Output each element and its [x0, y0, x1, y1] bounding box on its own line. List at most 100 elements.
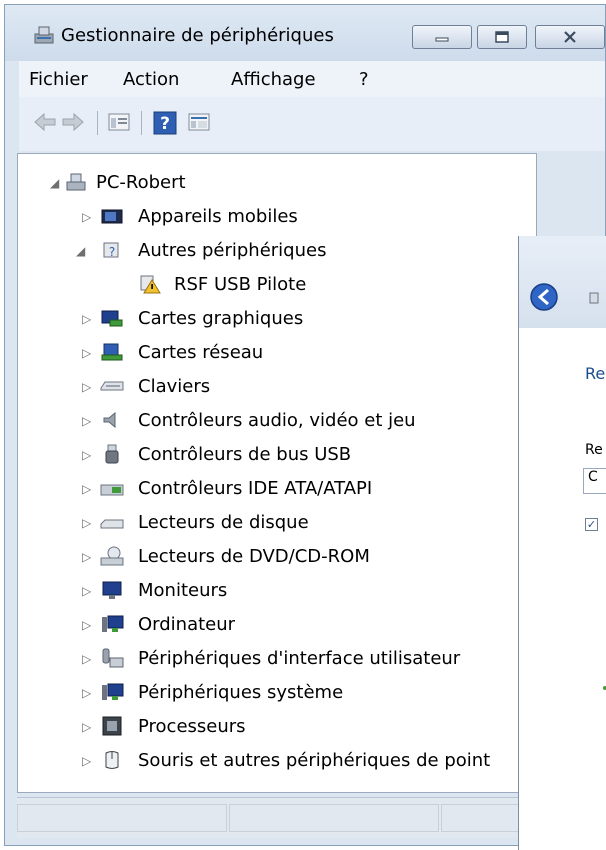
- ide-controller-icon: [100, 484, 124, 496]
- dialog-label: Re: [585, 442, 603, 458]
- mouse-icon: [105, 751, 119, 769]
- window-title: Gestionnaire de périphériques: [61, 25, 334, 46]
- tree-item[interactable]: ◢ ? Autres périphériques: [76, 236, 530, 264]
- tree-item[interactable]: ▷ Périphériques d'interface utilisateur: [80, 644, 530, 672]
- tree-item-child[interactable]: RSF USB Pilote: [118, 270, 518, 298]
- expand-triangle-icon[interactable]: ▷: [82, 380, 91, 394]
- usb-icon: [105, 444, 119, 464]
- svg-text:?: ?: [160, 114, 170, 134]
- menu-affichage[interactable]: Affichage: [231, 69, 316, 90]
- status-segment: [229, 804, 439, 832]
- svg-text:?: ?: [109, 245, 115, 259]
- network-adapter-icon: [101, 343, 123, 361]
- collapse-triangle-icon[interactable]: ◢: [76, 244, 85, 258]
- tree-item[interactable]: ▷ Claviers: [80, 372, 530, 400]
- mobile-device-icon: [101, 209, 123, 224]
- properties-icon[interactable]: [107, 111, 131, 133]
- tree-item-label: Processeurs: [138, 716, 246, 737]
- dvd-drive-icon: [100, 546, 124, 566]
- expand-triangle-icon[interactable]: ▷: [82, 448, 91, 462]
- menu-bar: Fichier Action Affichage ?: [19, 61, 605, 97]
- computer-icon: [102, 615, 124, 632]
- expand-triangle-icon[interactable]: ▷: [82, 618, 91, 632]
- expand-triangle-icon[interactable]: ▷: [82, 482, 91, 496]
- unknown-device-icon: ?: [103, 242, 119, 259]
- speaker-icon: [103, 411, 116, 429]
- toolbar-separator: [97, 111, 98, 135]
- maximize-icon: [495, 31, 509, 43]
- tree-item-label: Cartes réseau: [138, 342, 264, 363]
- tree-item-label: Claviers: [138, 376, 211, 397]
- collapse-triangle-icon[interactable]: ◢: [50, 176, 59, 190]
- tree-item-label: Moniteurs: [138, 580, 228, 601]
- tree-root-row[interactable]: ◢ PC-Robert: [50, 168, 520, 196]
- device-tree: ◢ PC-Robert ▷ Appareils mobiles ◢ ? Autr…: [17, 153, 537, 793]
- tree-item-label: Souris et autres périphériques de point: [138, 750, 491, 771]
- status-segment: [17, 804, 227, 832]
- tree-item[interactable]: ▷ Cartes graphiques: [80, 304, 530, 332]
- keyboard-icon: [100, 381, 124, 391]
- disk-drive-icon: [100, 519, 124, 529]
- expand-triangle-icon[interactable]: ▷: [82, 584, 91, 598]
- tree-item-label: Appareils mobiles: [138, 206, 298, 227]
- status-bar: [17, 797, 537, 838]
- tree-item-label: Ordinateur: [138, 614, 236, 635]
- dialog-checkbox[interactable]: ✓: [585, 518, 598, 531]
- minimize-button[interactable]: [412, 25, 472, 49]
- tree-item-label: RSF USB Pilote: [174, 274, 307, 295]
- tree-item-label: Contrôleurs IDE ATA/ATAPI: [138, 478, 373, 499]
- expand-triangle-icon[interactable]: ▷: [82, 210, 91, 224]
- back-arrow-icon[interactable]: [33, 111, 57, 133]
- forward-arrow-icon[interactable]: [61, 111, 85, 133]
- tree-item[interactable]: ▷ Contrôleurs de bus USB: [80, 440, 530, 468]
- back-arrow-icon[interactable]: [529, 282, 559, 312]
- tree-item[interactable]: ▷ Lecteurs de DVD/CD-ROM: [80, 542, 530, 570]
- tree-item[interactable]: ▷ Ordinateur: [80, 610, 530, 638]
- tree-item[interactable]: ▷ Appareils mobiles: [80, 202, 530, 230]
- expand-triangle-icon[interactable]: ▷: [82, 516, 91, 530]
- tree-item[interactable]: ▷ Lecteurs de disque: [80, 508, 530, 536]
- title-bar[interactable]: Gestionnaire de périphériques: [5, 5, 605, 61]
- expand-triangle-icon[interactable]: ▷: [82, 720, 91, 734]
- warning-device-icon: [140, 275, 161, 294]
- expand-triangle-icon[interactable]: ▷: [82, 652, 91, 666]
- tree-item-label: Autres périphériques: [138, 240, 327, 261]
- tree-item-label: Lecteurs de disque: [138, 512, 309, 533]
- device-manager-window: Gestionnaire de périphériques Fichier Ac…: [4, 4, 606, 846]
- tree-item[interactable]: ▷ Processeurs: [80, 712, 530, 740]
- maximize-button[interactable]: [477, 25, 527, 49]
- display-adapter-icon: [101, 310, 123, 327]
- computer-icon: [66, 173, 86, 191]
- dialog-path-field[interactable]: C: [583, 468, 606, 494]
- expand-triangle-icon[interactable]: ▷: [82, 414, 91, 428]
- tree-item[interactable]: ▷ Périphériques système: [80, 678, 530, 706]
- help-icon[interactable]: ?: [153, 111, 177, 135]
- menu-fichier[interactable]: Fichier: [29, 69, 88, 90]
- menu-action[interactable]: Action: [123, 69, 179, 90]
- device-icon: [589, 292, 599, 304]
- tree-item-label: Cartes graphiques: [138, 308, 304, 329]
- expand-triangle-icon[interactable]: ▷: [82, 550, 91, 564]
- close-button[interactable]: [535, 25, 605, 49]
- minimize-icon: [435, 37, 449, 42]
- tree-item[interactable]: ▷ Moniteurs: [80, 576, 530, 604]
- close-icon: [564, 31, 576, 43]
- expand-triangle-icon[interactable]: ▷: [82, 686, 91, 700]
- menu-help[interactable]: ?: [359, 69, 369, 90]
- hid-icon: [102, 648, 124, 668]
- tree-item[interactable]: ▷ Cartes réseau: [80, 338, 530, 366]
- dialog-header: [519, 236, 606, 328]
- expand-triangle-icon[interactable]: ▷: [82, 312, 91, 326]
- tree-item-label: Contrôleurs audio, vidéo et jeu: [138, 410, 416, 431]
- view-details-icon[interactable]: [187, 111, 211, 133]
- expand-triangle-icon[interactable]: ▷: [82, 346, 91, 360]
- toolbar: ?: [19, 97, 605, 151]
- tree-item-label: Contrôleurs de bus USB: [138, 444, 352, 465]
- tree-item[interactable]: ▷ Souris et autres périphériques de poin…: [80, 746, 536, 774]
- monitor-icon: [102, 581, 122, 599]
- expand-triangle-icon[interactable]: ▷: [82, 754, 91, 768]
- tree-root-label: PC-Robert: [96, 172, 186, 193]
- tree-item[interactable]: ▷ Contrôleurs audio, vidéo et jeu: [80, 406, 530, 434]
- device-manager-icon: [34, 26, 54, 44]
- tree-item[interactable]: ▷ Contrôleurs IDE ATA/ATAPI: [80, 474, 530, 502]
